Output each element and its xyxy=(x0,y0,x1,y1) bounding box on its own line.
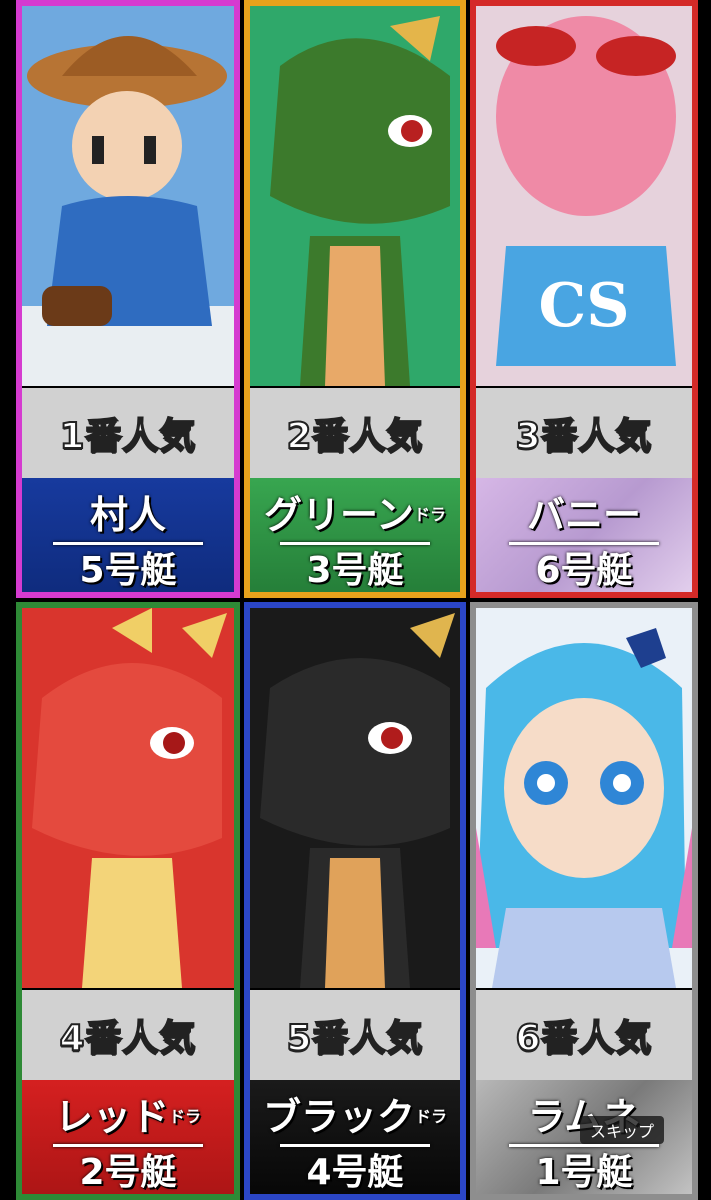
racer-nameplate: グリーンドラ 3号艇 xyxy=(250,478,460,592)
bunny-portrait: CS xyxy=(476,6,692,386)
boat-number: 1号艇 xyxy=(535,1151,633,1193)
racer-nameplate: バニー 6号艇 xyxy=(476,478,692,592)
villager-portrait xyxy=(22,6,234,386)
red-dragon-portrait xyxy=(22,608,234,988)
boat-number: 2号艇 xyxy=(79,1151,177,1193)
boat-number: 3号艇 xyxy=(306,549,404,591)
racer-name: グリーンドラ xyxy=(263,492,447,537)
card-4[interactable]: 4番人気 レッドドラ 2号艇 xyxy=(16,602,240,1200)
popularity-rank: 6番人気 xyxy=(476,990,692,1080)
racer-name: 村人 xyxy=(89,492,166,537)
black-dragon-portrait xyxy=(250,608,460,988)
ramune-portrait xyxy=(476,608,692,988)
racer-nameplate: レッドドラ 2号艇 xyxy=(22,1080,234,1194)
green-dragon-portrait xyxy=(250,6,460,386)
racer-name: バニー xyxy=(526,492,641,537)
boat-number: 4号艇 xyxy=(306,1151,404,1193)
card-2[interactable]: 2番人気 グリーンドラ 3号艇 xyxy=(244,0,466,598)
racer-nameplate: ブラックドラ 4号艇 xyxy=(250,1080,460,1194)
popularity-rank: 3番人気 xyxy=(476,388,692,478)
card-6[interactable]: 6番人気 ラムネ 1号艇 スキップ xyxy=(470,602,698,1200)
card-3[interactable]: CS 3番人気 バニー 6号艇 xyxy=(470,0,698,598)
divider xyxy=(53,541,203,545)
skip-button[interactable]: スキップ xyxy=(579,1116,664,1144)
card-1[interactable]: 1番人気 村人 5号艇 xyxy=(16,0,240,598)
divider xyxy=(509,541,659,545)
popularity-rank: 1番人気 xyxy=(22,388,234,478)
popularity-rank: 4番人気 xyxy=(22,990,234,1080)
racer-nameplate: 村人 5号艇 xyxy=(22,478,234,592)
divider xyxy=(280,541,430,545)
racer-name: ブラックドラ xyxy=(262,1094,448,1139)
svg-text:CS: CS xyxy=(538,271,629,341)
boat-number: 6号艇 xyxy=(535,549,633,591)
popularity-rank: 2番人気 xyxy=(250,388,460,478)
divider xyxy=(53,1143,203,1147)
divider xyxy=(280,1143,430,1147)
racer-name: レッドドラ xyxy=(54,1094,202,1139)
popularity-rank: 5番人気 xyxy=(250,990,460,1080)
card-5[interactable]: 5番人気 ブラックドラ 4号艇 xyxy=(244,602,466,1200)
boat-number: 5号艇 xyxy=(79,549,177,591)
